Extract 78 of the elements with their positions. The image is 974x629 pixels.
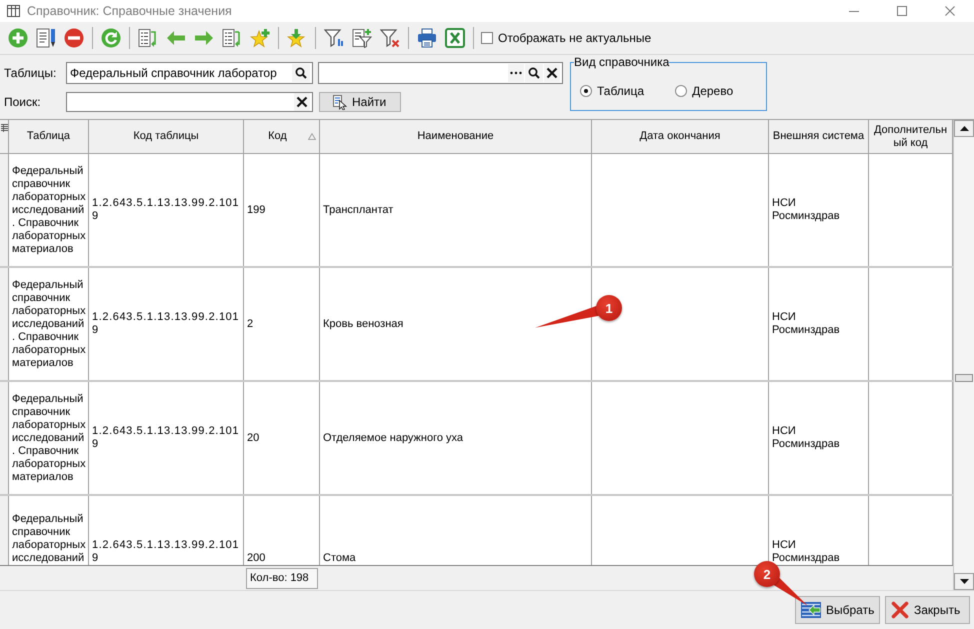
row-indicator[interactable] — [0, 268, 9, 380]
table-cell: Федеральный справочник лабораторных исследований. Справочник лабораторных материалов — [12, 278, 86, 370]
refresh-icon[interactable] — [101, 28, 121, 48]
filter-icon[interactable] — [324, 28, 344, 48]
find-button[interactable]: Найти — [319, 92, 401, 112]
table-cell-text: 1.2.643.5.1.13.13.99.2.1019 — [92, 197, 240, 223]
table-cell: Кровь венозная — [323, 318, 404, 330]
more-icon[interactable] — [508, 64, 524, 82]
table-cell: Федеральный справочник лабораторных исследований. Справочник лабораторных материалов — [12, 164, 86, 256]
document-arrow-icon[interactable] — [138, 28, 158, 48]
column-chooser-icon[interactable] — [0, 124, 8, 132]
table-cell-text: 1.2.643.5.1.13.13.99.2.1019 — [92, 311, 240, 337]
delete-icon[interactable] — [64, 28, 84, 48]
checkbox-icon[interactable] — [481, 32, 493, 44]
close-button[interactable]: Закрыть — [885, 596, 970, 624]
table-cell: 199 — [247, 204, 266, 216]
window-title: Справочник: Справочные значения — [27, 4, 233, 18]
table-cell: 2 — [247, 318, 254, 330]
down-arrow-icon — [960, 579, 968, 584]
clear-icon[interactable] — [294, 93, 310, 111]
clear-icon[interactable] — [544, 64, 560, 82]
list-arrow-icon — [801, 602, 821, 618]
table-cell: Федеральный справочник лабораторных исследований. Справочник лабораторных материалов — [12, 392, 86, 484]
close-icon — [891, 601, 909, 619]
table-cell-text: 1.2.643.5.1.13.13.99.2.1019 — [92, 539, 240, 565]
field-label: Поиск: — [4, 95, 42, 109]
filter-clear-icon[interactable] — [380, 28, 400, 48]
spreadsheet-icon[interactable] — [445, 28, 465, 48]
document-cursor-icon — [333, 94, 347, 110]
table-cell: Трансплантат — [323, 204, 394, 216]
column-header[interactable]: Наименование — [320, 120, 592, 153]
radio-button[interactable]: Таблица — [580, 84, 644, 98]
scrollbar-thumb[interactable] — [955, 374, 973, 382]
column-header[interactable]: Код — [244, 120, 320, 153]
row-count: Кол-во: 198 — [246, 568, 318, 588]
row-indicator[interactable] — [0, 382, 9, 494]
document-filter-icon[interactable] — [352, 28, 372, 48]
select-button[interactable]: Выбрать — [795, 596, 880, 624]
table-field[interactable]: Федеральный справочник лаборатор — [66, 62, 313, 84]
table-cell-text: НСИ Росминздрав — [772, 197, 841, 223]
input-field[interactable] — [318, 62, 563, 84]
right-arrow-icon[interactable] — [194, 28, 214, 48]
column-header[interactable]: Внешняя система — [769, 120, 869, 153]
search-field[interactable] — [66, 92, 313, 112]
column-header[interactable]: Дата окончания — [592, 120, 769, 153]
minimize-icon[interactable] — [849, 10, 859, 12]
field-label: Таблицы: — [4, 66, 58, 80]
maximize-icon[interactable] — [897, 6, 907, 16]
table-cell-text: НСИ Росминздрав — [772, 311, 841, 337]
table-cell: 200 — [247, 552, 266, 565]
close-icon[interactable] — [945, 6, 955, 16]
table-cell: 20 — [247, 432, 260, 444]
radio-icon[interactable] — [580, 85, 592, 97]
print-icon[interactable] — [417, 28, 437, 48]
star-down-icon[interactable] — [287, 28, 307, 48]
table-icon — [7, 5, 20, 17]
search-icon[interactable] — [292, 64, 310, 82]
radio-icon[interactable] — [675, 85, 688, 97]
radio-button[interactable]: Дерево — [675, 84, 734, 98]
up-arrow-icon — [960, 126, 968, 131]
add-icon[interactable] — [8, 28, 28, 48]
document-arrow-icon[interactable] — [222, 28, 242, 48]
table-row[interactable]: Федеральный справочник лабораторных исследований 1.2.643.5.1.13.13.99.2.1019 200 Стома НСИ Росминздрав — [0, 496, 953, 565]
edit-icon[interactable] — [36, 28, 56, 48]
group-title: Вид справочника — [574, 56, 670, 69]
scroll-up-button[interactable] — [954, 120, 974, 137]
row-indicator[interactable] — [0, 496, 9, 565]
scroll-down-button[interactable] — [954, 573, 974, 590]
table-cell: Отделяемое наружного уха — [323, 432, 464, 444]
table-cell: Стома — [323, 552, 356, 565]
star-plus-icon[interactable] — [250, 28, 270, 48]
table-cell-text: НСИ Росминздрав — [772, 425, 841, 451]
column-header[interactable]: Таблица — [9, 120, 89, 153]
column-header[interactable]: Код таблицы — [89, 120, 244, 153]
search-icon[interactable] — [525, 64, 543, 82]
table-cell-text: 1.2.643.5.1.13.13.99.2.1019 — [92, 425, 240, 451]
row-indicator[interactable] — [0, 154, 9, 266]
table-cell: Федеральный справочник лабораторных исследований — [12, 513, 86, 565]
